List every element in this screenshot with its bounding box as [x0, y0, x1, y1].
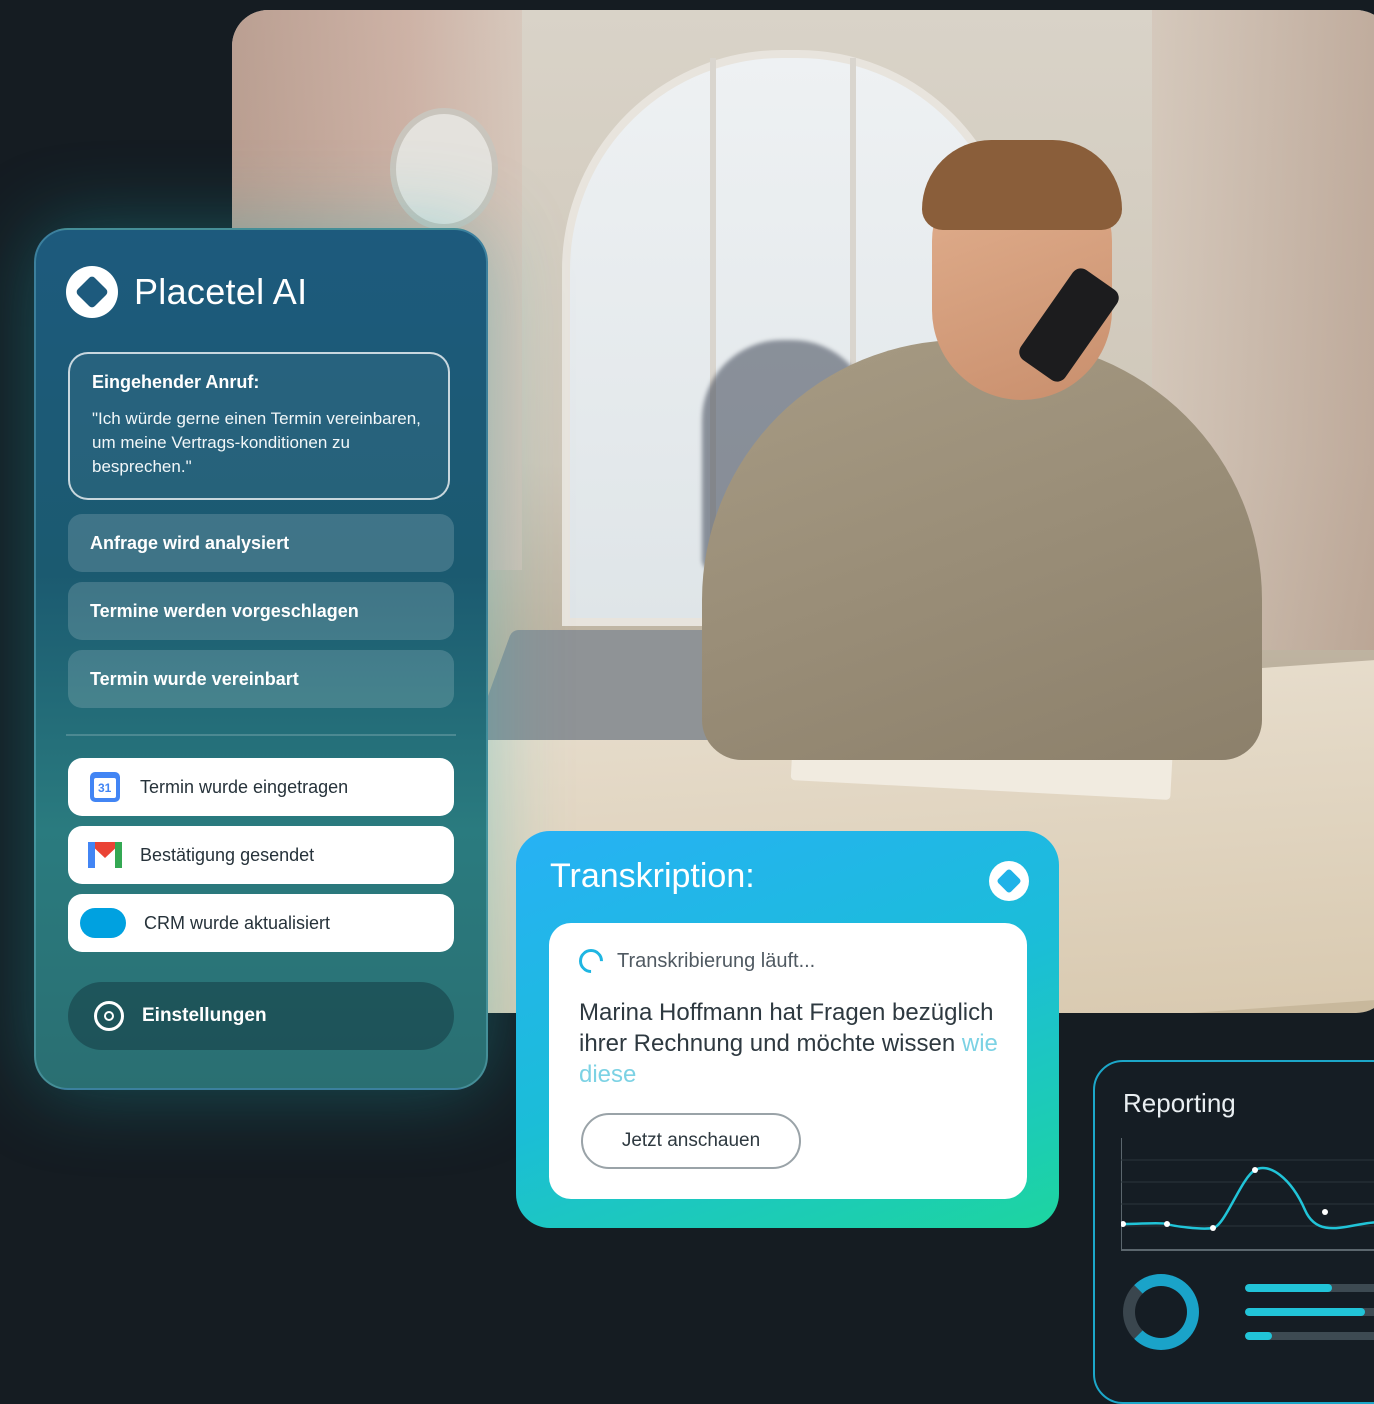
reporting-bars	[1245, 1284, 1374, 1356]
wall-clock	[390, 108, 498, 230]
watch-now-button[interactable]: Jetzt anschauen	[581, 1113, 801, 1169]
reporting-bar	[1245, 1284, 1374, 1292]
settings-button[interactable]: Einstellungen	[68, 982, 454, 1050]
reporting-bar	[1245, 1332, 1374, 1340]
action-crm[interactable]: CRM wurde aktualisiert	[68, 894, 454, 952]
step-analyzing: Anfrage wird analysiert	[68, 514, 454, 572]
donut-chart-icon	[1123, 1274, 1199, 1350]
panel-header: Placetel AI	[66, 266, 307, 318]
incoming-call-box: Eingehender Anruf: "Ich würde gerne eine…	[68, 352, 450, 500]
transcription-body: Transkribierung läuft... Marina Hoffmann…	[549, 923, 1027, 1199]
placetel-logo-icon	[989, 861, 1029, 901]
person-hair	[922, 140, 1122, 230]
gmail-icon	[88, 842, 122, 868]
divider	[66, 734, 456, 736]
transcription-card: Transkription: Transkribierung läuft... …	[516, 831, 1059, 1228]
reporting-title: Reporting	[1123, 1088, 1236, 1118]
transcription-status: Transkribierung läuft...	[574, 944, 816, 978]
transcription-text-main: Marina Hoffmann hat Fragen bezüglich ihr…	[579, 999, 994, 1057]
incoming-call-title: Eingehender Anruf:	[92, 372, 260, 392]
gear-icon	[94, 1001, 124, 1031]
action-email[interactable]: Bestätigung gesendet	[68, 826, 454, 884]
calendar-icon	[90, 772, 120, 802]
action-calendar-label: Termin wurde eingetragen	[140, 776, 349, 797]
placetel-logo-icon	[66, 266, 118, 318]
salesforce-icon	[80, 908, 126, 938]
panel-title: Placetel AI	[134, 271, 308, 312]
reporting-line-chart	[1121, 1138, 1374, 1251]
incoming-call-text: "Ich würde gerne einen Termin vereinbare…	[92, 409, 421, 476]
reporting-card[interactable]: Reporting	[1093, 1060, 1374, 1404]
settings-label: Einstellungen	[142, 1005, 267, 1026]
placetel-ai-panel: Placetel AI Eingehender Anruf: "Ich würd…	[34, 228, 488, 1090]
action-calendar[interactable]: Termin wurde eingetragen	[68, 758, 454, 816]
transcription-title: Transkription:	[550, 857, 755, 895]
transcription-status-text: Transkribierung läuft...	[617, 949, 816, 972]
step-suggesting: Termine werden vorgeschlagen	[68, 582, 454, 640]
action-crm-label: CRM wurde aktualisiert	[144, 912, 331, 933]
reporting-bar	[1245, 1308, 1374, 1316]
spinner-icon	[574, 944, 608, 978]
transcription-text: Marina Hoffmann hat Fragen bezüglich ihr…	[579, 997, 999, 1090]
action-email-label: Bestätigung gesendet	[140, 844, 315, 865]
step-booked: Termin wurde vereinbart	[68, 650, 454, 708]
